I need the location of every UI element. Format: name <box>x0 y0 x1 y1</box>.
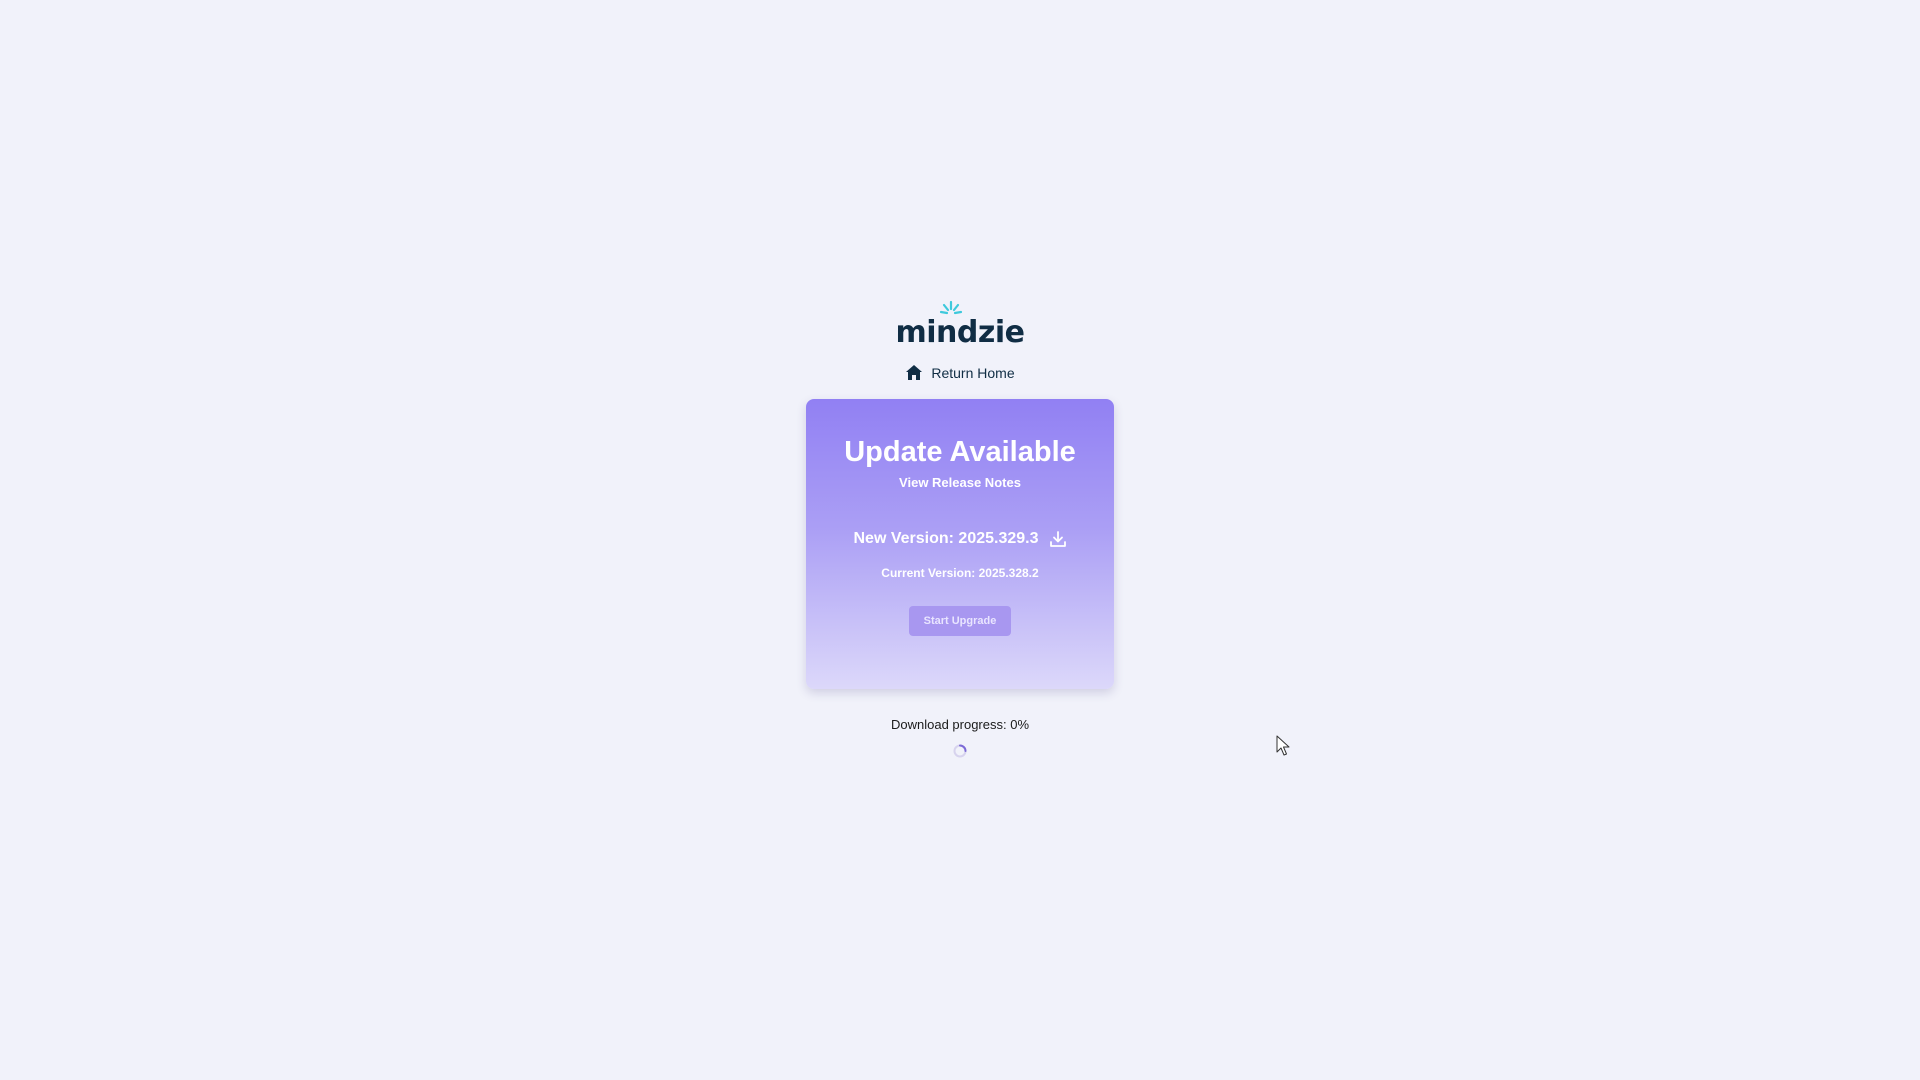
download-icon[interactable] <box>1049 530 1067 548</box>
logo-wordmark: mindzie <box>895 315 1025 350</box>
new-version-row: New Version: 2025.329.3 <box>854 530 1067 548</box>
loading-spinner-icon <box>953 744 967 758</box>
new-version-label: New Version: 2025.329.3 <box>853 529 1039 547</box>
home-icon <box>906 365 923 380</box>
return-home-label: Return Home <box>931 364 1015 381</box>
update-page: mindzie Return Home Update Available Vie… <box>0 0 1920 1080</box>
update-card: Update Available View Release Notes New … <box>806 399 1114 689</box>
current-version-label: Current Version: 2025.328.2 <box>881 565 1039 580</box>
main-column: mindzie Return Home Update Available Vie… <box>0 300 1920 758</box>
download-progress-text: Download progress: 0% <box>890 717 1030 732</box>
card-title: Update Available <box>844 436 1076 468</box>
view-release-notes-link[interactable]: View Release Notes <box>899 475 1021 490</box>
return-home-link[interactable]: Return Home <box>905 364 1015 381</box>
mindzie-logo: mindzie <box>896 300 1025 348</box>
start-upgrade-button[interactable]: Start Upgrade <box>909 605 1011 636</box>
mouse-cursor-icon <box>1276 735 1290 756</box>
sparkle-icon <box>939 300 962 315</box>
